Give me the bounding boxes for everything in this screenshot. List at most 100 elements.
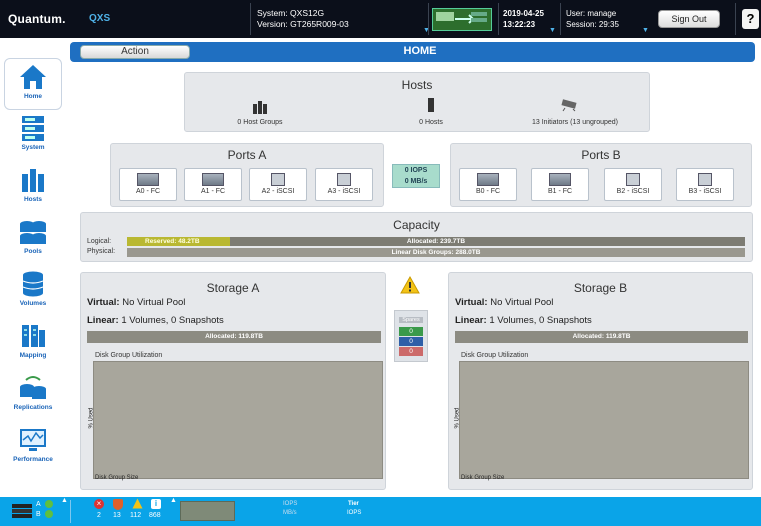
y-axis-label: % Used bbox=[454, 407, 461, 429]
storage-a-virtual: Virtual: No Virtual Pool bbox=[87, 297, 185, 308]
warning-icon[interactable] bbox=[132, 498, 143, 511]
info-icon[interactable]: i bbox=[151, 499, 161, 509]
datetime: 2019-04-25 13:22:23 bbox=[503, 8, 544, 30]
port-label: B2 - iSCSI bbox=[616, 188, 650, 195]
linear-label: Linear: bbox=[455, 315, 487, 326]
ports-a-title: Ports A bbox=[227, 148, 267, 162]
spares-value: 0 bbox=[399, 337, 423, 346]
warning-icon[interactable] bbox=[400, 275, 420, 294]
x-axis-label: Disk Group Size bbox=[95, 475, 139, 481]
help-button[interactable]: ? bbox=[742, 9, 759, 29]
capacity-title: Capacity bbox=[393, 218, 440, 232]
storage-a-panel[interactable]: Storage A Virtual: No Virtual Pool Linea… bbox=[80, 272, 386, 490]
storage-a-linear: Linear: 1 Volumes, 0 Snapshots bbox=[87, 315, 224, 326]
sidebar-item-label: Volumes bbox=[19, 300, 47, 307]
controller-b-label: B bbox=[36, 511, 41, 518]
port-card[interactable]: B1 - FC bbox=[531, 168, 589, 201]
storage-a-title: Storage A bbox=[206, 281, 260, 295]
spares-value: 0 bbox=[399, 347, 423, 356]
sidebar-item-label: Performance bbox=[13, 456, 53, 463]
divider bbox=[70, 500, 71, 523]
port-icon bbox=[271, 173, 285, 186]
sidebar-item-system[interactable]: System bbox=[4, 110, 62, 162]
date-text: 2019-04-25 bbox=[503, 9, 544, 18]
error-icon[interactable] bbox=[113, 499, 123, 510]
port-card[interactable]: B2 - iSCSI bbox=[604, 168, 662, 201]
spares-panel[interactable]: Spares 0 0 0 bbox=[394, 310, 428, 362]
allocated-bar: Allocated: 119.8TB bbox=[87, 331, 381, 343]
sidebar-item-replications[interactable]: Replications bbox=[4, 370, 62, 422]
spares-value: 0 bbox=[399, 327, 423, 336]
enclosure-icon[interactable] bbox=[12, 504, 32, 518]
chevron-down-icon[interactable]: ▼ bbox=[549, 27, 556, 34]
io-summary: 0 IOPS 0 MB/s bbox=[392, 164, 440, 188]
sidebar-item-hosts[interactable]: Hosts bbox=[4, 162, 62, 214]
hosts-icon bbox=[22, 169, 44, 192]
physical-label: Physical: bbox=[87, 248, 116, 255]
port-card[interactable]: B3 - iSCSI bbox=[676, 168, 734, 201]
info-count: 868 bbox=[149, 512, 161, 519]
port-icon bbox=[137, 173, 159, 186]
mapping-icon bbox=[22, 325, 45, 347]
disk-group-chart[interactable] bbox=[93, 361, 383, 479]
port-label: A3 - iSCSI bbox=[327, 188, 361, 195]
storage-b-virtual: Virtual: No Virtual Pool bbox=[455, 297, 553, 308]
user-info: User: manage Session: 29:35 bbox=[566, 8, 619, 30]
sidebar-item-label: Mapping bbox=[19, 352, 47, 359]
system-version: Version: GT265R009-03 bbox=[257, 19, 349, 29]
chevron-down-icon[interactable]: ▼ bbox=[642, 27, 649, 34]
tier-label: Tier bbox=[348, 501, 359, 507]
sidebar-item-home[interactable]: Home bbox=[4, 58, 62, 110]
logical-label: Logical: bbox=[87, 238, 112, 245]
chart-title: Disk Group Utilization bbox=[95, 352, 163, 359]
activity-gauge[interactable] bbox=[180, 501, 235, 521]
port-icon bbox=[626, 173, 640, 186]
action-button[interactable]: Action bbox=[80, 45, 190, 59]
chevron-up-icon[interactable]: ▲ bbox=[61, 497, 68, 504]
sign-out-button[interactable]: Sign Out bbox=[658, 10, 720, 28]
virtual-value: No Virtual Pool bbox=[122, 297, 186, 308]
allocated-bar: Reserved: 48.2TB Allocated: 239.7TB bbox=[127, 237, 745, 246]
activity-indicator[interactable] bbox=[432, 8, 492, 31]
top-bar: Quantum. QXS System: QXS12G Version: GT2… bbox=[0, 0, 761, 38]
port-label: A1 - FC bbox=[200, 188, 226, 195]
port-card[interactable]: A3 - iSCSI bbox=[315, 168, 373, 201]
sidebar-item-performance[interactable]: Performance bbox=[4, 422, 62, 474]
port-label: A2 - iSCSI bbox=[261, 188, 295, 195]
system-info: System: QXS12G Version: GT265R009-03 bbox=[257, 8, 349, 30]
host-groups-icon bbox=[253, 101, 267, 114]
spares-title: Spares bbox=[399, 317, 423, 323]
virtual-label: Virtual: bbox=[87, 297, 120, 308]
x-axis-label: Disk Group Size bbox=[461, 475, 505, 481]
port-card[interactable]: A0 - FC bbox=[119, 168, 177, 201]
hosts-count: 0 Hosts bbox=[419, 119, 443, 126]
sidebar-item-volumes[interactable]: Volumes bbox=[4, 266, 62, 318]
capacity-panel[interactable]: Capacity Logical: Physical: Reserved: 48… bbox=[80, 212, 753, 262]
pools-icon bbox=[20, 221, 46, 244]
ports-b-title: Ports B bbox=[581, 148, 621, 162]
sidebar-item-pools[interactable]: Pools bbox=[4, 214, 62, 266]
port-card[interactable]: A1 - FC bbox=[184, 168, 242, 201]
session-timer: Session: 29:35 bbox=[566, 20, 619, 29]
virtual-label: Virtual: bbox=[455, 297, 488, 308]
port-card[interactable]: A2 - iSCSI bbox=[249, 168, 307, 201]
sidebar-item-label: System bbox=[21, 144, 45, 151]
port-card[interactable]: B0 - FC bbox=[459, 168, 517, 201]
storage-b-panel[interactable]: Storage B Virtual: No Virtual Pool Linea… bbox=[448, 272, 753, 490]
sidebar-item-mapping[interactable]: Mapping bbox=[4, 318, 62, 370]
ports-b-panel: Ports B B0 - FC B1 - FC B2 - iSCSI B3 - … bbox=[450, 143, 752, 207]
port-label: B1 - FC bbox=[547, 188, 573, 195]
status-ok-icon bbox=[45, 500, 53, 508]
allocated-text: Allocated: 239.7TB bbox=[406, 238, 466, 245]
hosts-panel[interactable]: Hosts 0 Host Groups 0 Hosts 13 Initiator… bbox=[184, 72, 650, 132]
storage-b-title: Storage B bbox=[573, 281, 628, 295]
port-icon bbox=[549, 173, 571, 186]
critical-icon[interactable]: × bbox=[94, 499, 104, 509]
chevron-up-icon[interactable]: ▲ bbox=[170, 497, 177, 504]
user-name: User: manage bbox=[566, 9, 617, 18]
error-count: 13 bbox=[113, 512, 121, 519]
disk-group-chart[interactable] bbox=[459, 361, 749, 479]
brand-logo: Quantum. bbox=[8, 12, 66, 26]
performance-icon bbox=[20, 429, 46, 451]
y-axis-label: % Used bbox=[88, 407, 95, 429]
